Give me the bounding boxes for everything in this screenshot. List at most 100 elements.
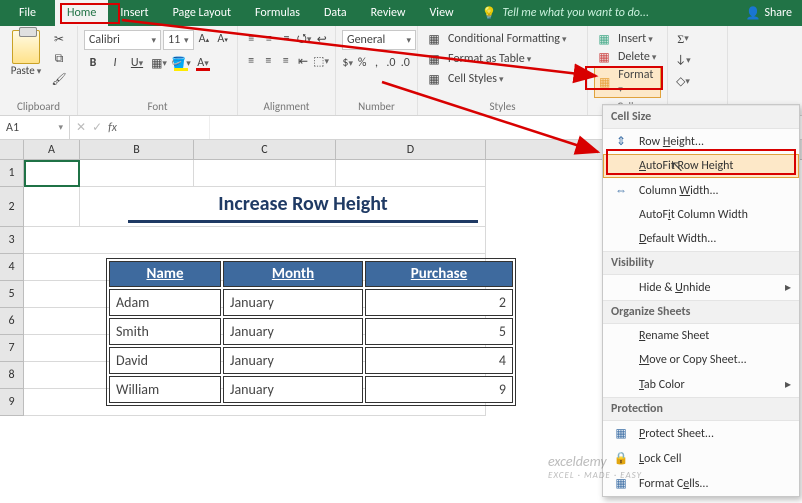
name-box[interactable]: A1▾ bbox=[0, 116, 70, 139]
font-color-button[interactable]: A bbox=[194, 54, 212, 72]
dd-row-height[interactable]: ⇕Row Height... bbox=[603, 129, 799, 154]
row-2[interactable]: 2 bbox=[0, 187, 24, 227]
fx-icon[interactable]: fx bbox=[108, 121, 117, 135]
td-purchase[interactable]: 2 bbox=[365, 289, 513, 316]
paste-button[interactable]: Paste bbox=[6, 30, 46, 77]
td-month[interactable]: January bbox=[223, 318, 363, 345]
align-center-icon[interactable]: ≡ bbox=[261, 52, 275, 70]
conditional-formatting-button[interactable]: ▦Conditional Formatting bbox=[424, 30, 581, 48]
increase-decimal-icon[interactable]: .0 bbox=[385, 54, 396, 72]
dd-section-protection: Protection bbox=[603, 397, 799, 421]
row-8[interactable]: 8 bbox=[0, 362, 24, 389]
cell-C1[interactable] bbox=[194, 160, 336, 187]
increase-font-icon[interactable]: A▴ bbox=[196, 30, 213, 48]
td-name[interactable]: William bbox=[109, 376, 221, 403]
row-7[interactable]: 7 bbox=[0, 335, 24, 362]
col-D[interactable]: D bbox=[336, 140, 486, 159]
col-C[interactable]: C bbox=[194, 140, 336, 159]
enter-icon[interactable]: ✓ bbox=[92, 120, 102, 135]
td-name[interactable]: Adam bbox=[109, 289, 221, 316]
tab-review[interactable]: Review bbox=[359, 0, 418, 26]
cell-D1[interactable] bbox=[336, 160, 486, 187]
td-month[interactable]: January bbox=[223, 289, 363, 316]
th-purchase[interactable]: Purchase bbox=[365, 261, 513, 287]
align-left-icon[interactable]: ≡ bbox=[244, 52, 258, 70]
clear-button[interactable]: ◇ bbox=[674, 72, 692, 90]
copy-icon[interactable]: ⧉ bbox=[50, 50, 68, 68]
tell-me[interactable]: 💡 Tell me what you want to do... bbox=[466, 0, 736, 26]
fill-color-button[interactable]: 🪣 bbox=[172, 54, 190, 72]
wrap-text-icon[interactable]: ↩ bbox=[314, 30, 329, 48]
cut-icon[interactable]: ✂ bbox=[50, 30, 68, 48]
tab-insert[interactable]: Insert bbox=[108, 0, 160, 26]
merge-icon[interactable]: ⬚ bbox=[313, 52, 329, 70]
td-name[interactable]: Smith bbox=[109, 318, 221, 345]
font-name-select[interactable]: Calibri▾ bbox=[84, 30, 161, 50]
td-purchase[interactable]: 9 bbox=[365, 376, 513, 403]
row-1[interactable]: 1 bbox=[0, 160, 24, 187]
decrease-decimal-icon[interactable]: .0 bbox=[400, 54, 411, 72]
td-month[interactable]: January bbox=[223, 347, 363, 374]
dd-protect-sheet[interactable]: ▦Protect Sheet... bbox=[603, 421, 799, 446]
tab-formulas[interactable]: Formulas bbox=[243, 0, 312, 26]
dd-autofit-column-width[interactable]: AutoFit Column Width bbox=[603, 203, 799, 227]
share-button[interactable]: 👤 Share bbox=[735, 0, 802, 26]
select-all-corner[interactable] bbox=[0, 140, 24, 159]
td-month[interactable]: January bbox=[223, 376, 363, 403]
row-6[interactable]: 6 bbox=[0, 308, 24, 335]
format-painter-icon[interactable]: 🖌 bbox=[50, 70, 68, 88]
dd-tab-color[interactable]: Tab Color▸ bbox=[603, 372, 799, 397]
delete-cells-button[interactable]: ▦Delete bbox=[594, 48, 658, 66]
insert-cells-button[interactable]: ▦Insert bbox=[594, 30, 655, 48]
bold-button[interactable]: B bbox=[84, 54, 102, 72]
row-4[interactable]: 4 bbox=[0, 254, 24, 281]
decrease-indent-icon[interactable]: ⇤ bbox=[296, 52, 310, 70]
accounting-format-icon[interactable]: $ bbox=[342, 54, 353, 72]
cancel-icon[interactable]: ✕ bbox=[76, 120, 86, 135]
cell-A2[interactable] bbox=[24, 187, 80, 227]
border-button[interactable]: ▦ bbox=[150, 54, 168, 72]
row-3[interactable]: 3 bbox=[0, 227, 24, 254]
fill-button[interactable]: ↓ bbox=[674, 51, 692, 69]
format-as-table-button[interactable]: ▦Format as Table bbox=[424, 50, 581, 68]
th-month[interactable]: Month bbox=[223, 261, 363, 287]
cell-A1[interactable] bbox=[24, 160, 80, 187]
td-purchase[interactable]: 4 bbox=[365, 347, 513, 374]
format-cells-button[interactable]: ▦Format bbox=[594, 66, 661, 98]
percent-format-icon[interactable]: % bbox=[356, 54, 367, 72]
tab-data[interactable]: Data bbox=[312, 0, 359, 26]
comma-format-icon[interactable]: , bbox=[371, 54, 382, 72]
tab-view[interactable]: View bbox=[418, 0, 466, 26]
decrease-font-icon[interactable]: A▾ bbox=[214, 30, 231, 48]
tab-home[interactable]: Home bbox=[55, 0, 108, 26]
dd-default-width[interactable]: Default Width... bbox=[603, 227, 799, 251]
dd-move-copy-sheet[interactable]: Move or Copy Sheet... bbox=[603, 348, 799, 372]
dd-hide-unhide[interactable]: Hide & Unhide▸ bbox=[603, 275, 799, 300]
underline-button[interactable]: U bbox=[128, 54, 146, 72]
dd-column-width[interactable]: ⇔Column Width... bbox=[603, 178, 799, 203]
align-middle-icon[interactable]: ≡ bbox=[262, 30, 277, 48]
font-name-value: Calibri bbox=[89, 33, 120, 47]
italic-button[interactable]: I bbox=[106, 54, 124, 72]
number-format-select[interactable]: General▾ bbox=[342, 30, 416, 50]
autosum-button[interactable]: Σ bbox=[674, 30, 692, 48]
cell-styles-button[interactable]: ▦Cell Styles bbox=[424, 70, 581, 88]
row-5[interactable]: 5 bbox=[0, 281, 24, 308]
font-size-select[interactable]: 11▾ bbox=[163, 30, 193, 50]
cell-B1[interactable] bbox=[80, 160, 194, 187]
align-top-icon[interactable]: ≡ bbox=[244, 30, 259, 48]
td-name[interactable]: David bbox=[109, 347, 221, 374]
tab-file[interactable]: File bbox=[0, 0, 55, 26]
row-9[interactable]: 9 bbox=[0, 389, 24, 416]
th-name[interactable]: Name bbox=[109, 261, 221, 287]
dd-rename-sheet[interactable]: Rename Sheet bbox=[603, 324, 799, 348]
tab-page-layout[interactable]: Page Layout bbox=[161, 0, 243, 26]
col-B[interactable]: B bbox=[80, 140, 194, 159]
cell-row3[interactable] bbox=[24, 227, 486, 254]
orientation-icon[interactable]: ⭯ bbox=[297, 30, 312, 48]
td-purchase[interactable]: 5 bbox=[365, 318, 513, 345]
align-right-icon[interactable]: ≡ bbox=[279, 52, 293, 70]
col-A[interactable]: A bbox=[24, 140, 80, 159]
align-bottom-icon[interactable]: ≡ bbox=[279, 30, 294, 48]
dd-autofit-row-height[interactable]: AutoFit Row Height↖ bbox=[603, 154, 799, 178]
